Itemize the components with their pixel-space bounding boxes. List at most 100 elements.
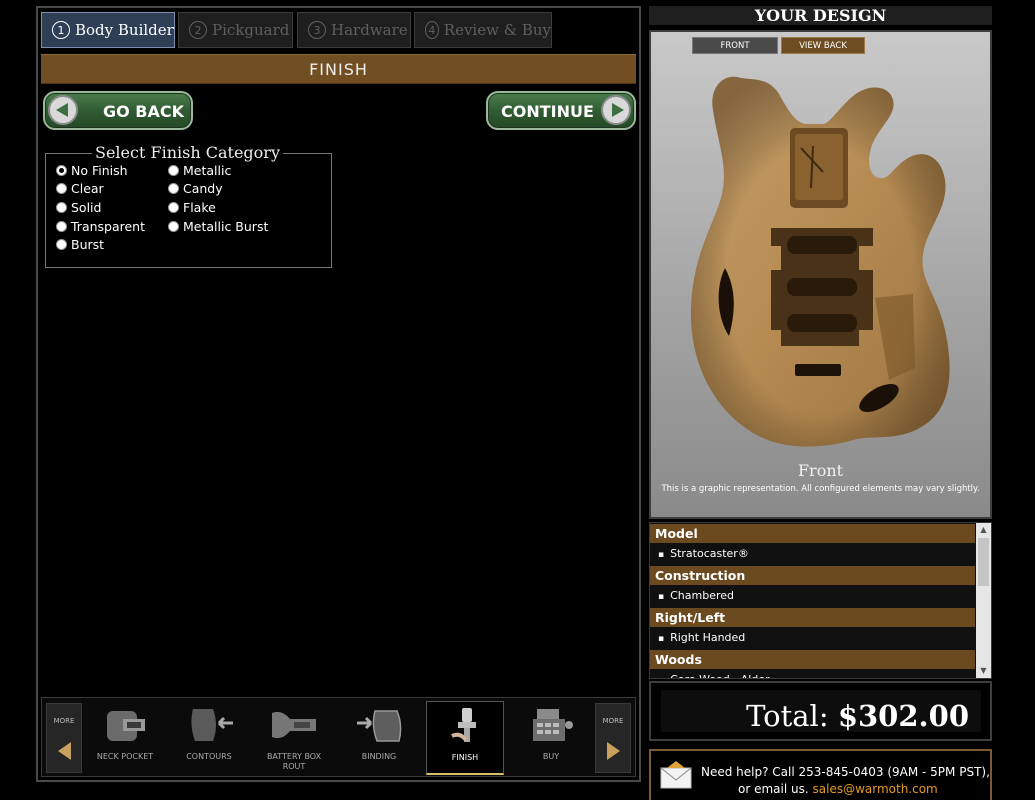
- carousel-item-neck-pocket[interactable]: NECK POCKET: [86, 701, 164, 775]
- guitar-body-image: [690, 76, 950, 447]
- step-number: 1: [52, 21, 70, 39]
- tab-label: Hardware: [331, 21, 408, 39]
- spec-heading: Model: [650, 524, 975, 543]
- radio-label: Flake: [183, 200, 216, 215]
- radio-label: Metallic Burst: [183, 219, 269, 234]
- spec-value: Core Wood - Alder: [650, 669, 975, 678]
- radio-button[interactable]: [168, 183, 179, 194]
- go-back-button[interactable]: GO BACK: [43, 91, 193, 130]
- radio-label: Solid: [71, 200, 102, 215]
- tab-view-back[interactable]: VIEW BACK: [781, 37, 865, 54]
- representation-note: This is a graphic representation. All co…: [661, 484, 980, 494]
- builder-panel: 1 Body Builder 2 Pickguard 3 Hardware 4 …: [36, 6, 641, 782]
- tab-hardware[interactable]: 3 Hardware: [297, 12, 411, 48]
- contours-icon: [191, 709, 233, 741]
- carousel-item-contours[interactable]: CONTOURS: [170, 701, 248, 775]
- radio-button[interactable]: [168, 165, 179, 176]
- cash-register-icon: [533, 709, 573, 741]
- arrow-left-icon: [58, 742, 71, 760]
- radio-button[interactable]: [168, 202, 179, 213]
- radio-button[interactable]: [56, 165, 67, 176]
- radio-button[interactable]: [56, 183, 67, 194]
- tab-review-buy[interactable]: 4 Review & Buy: [414, 12, 552, 48]
- more-left-button[interactable]: MORE: [46, 703, 82, 773]
- radio-button[interactable]: [56, 239, 67, 250]
- step-carousel: MORE NECK POCKET CONTOURS BATTERY BOX RO…: [41, 697, 636, 777]
- more-label: MORE: [53, 717, 75, 725]
- more-label: MORE: [602, 717, 624, 725]
- help-phone-text: Need help? Call 253-845-0403 (9AM - 5PM …: [701, 765, 990, 779]
- carousel-item-label: BINDING: [361, 752, 397, 761]
- radio-solid[interactable]: Solid: [56, 200, 101, 215]
- help-email-prefix: or email us.: [738, 782, 809, 796]
- finish-category-legend: Select Finish Category: [92, 143, 283, 162]
- total-price: Total: $302.00: [746, 699, 969, 733]
- help-box: Need help? Call 253-845-0403 (9AM - 5PM …: [649, 749, 992, 800]
- design-spec-list: Model Stratocaster® Construction Chamber…: [649, 522, 992, 679]
- radio-label: Candy: [183, 181, 223, 196]
- tab-body-builder[interactable]: 1 Body Builder: [41, 12, 175, 48]
- radio-label: Metallic: [183, 163, 232, 178]
- finish-category-group: Select Finish Category No Finish Clear S…: [45, 143, 332, 268]
- radio-candy[interactable]: Candy: [168, 181, 223, 196]
- email-link[interactable]: sales@warmoth.com: [813, 782, 938, 796]
- design-preview: FRONT VIEW BACK Front This is a graphic …: [649, 30, 992, 519]
- spec-value: Chambered: [650, 585, 975, 607]
- step-number: 2: [189, 21, 207, 39]
- tab-front[interactable]: FRONT: [692, 37, 778, 54]
- carousel-item-label: NECK POCKET: [96, 752, 154, 761]
- arrow-right-icon: [607, 742, 620, 760]
- carousel-item-label: FINISH: [451, 753, 479, 762]
- radio-button[interactable]: [56, 202, 67, 213]
- tab-label: Body Builder: [75, 21, 174, 39]
- spray-gun-icon: [451, 708, 476, 742]
- spec-value: Right Handed: [650, 627, 975, 649]
- tab-label: Pickguard: [212, 21, 290, 39]
- continue-label: CONTINUE: [501, 102, 594, 121]
- continue-button[interactable]: CONTINUE: [486, 91, 636, 130]
- arrow-left-icon: [48, 95, 78, 125]
- carousel-item-battery-box-rout[interactable]: BATTERY BOX ROUT: [255, 701, 333, 775]
- tab-label: Review & Buy: [443, 21, 551, 39]
- total-inner: Total: $302.00: [661, 690, 981, 733]
- spec-scrollbar[interactable]: ▲ ▼: [976, 523, 991, 678]
- carousel-item-finish[interactable]: FINISH: [426, 701, 504, 775]
- spec-value: Stratocaster®: [650, 543, 975, 565]
- spec-heading: Construction: [650, 566, 975, 585]
- carousel-item-label: BATTERY BOX ROUT: [266, 752, 322, 771]
- go-back-label: GO BACK: [103, 102, 185, 121]
- radio-flake[interactable]: Flake: [168, 200, 216, 215]
- carousel-item-buy[interactable]: BUY: [512, 701, 590, 775]
- scroll-up-icon[interactable]: ▲: [976, 523, 991, 537]
- radio-label: Burst: [71, 237, 105, 252]
- tab-pickguard[interactable]: 2 Pickguard: [178, 12, 293, 48]
- section-title: FINISH: [309, 59, 368, 79]
- more-right-button[interactable]: MORE: [595, 703, 631, 773]
- scroll-thumb[interactable]: [978, 538, 989, 586]
- help-email-line: or email us. sales@warmoth.com: [738, 782, 938, 796]
- carousel-item-binding[interactable]: BINDING: [340, 701, 418, 775]
- arrow-right-icon: [601, 95, 631, 125]
- radio-burst[interactable]: Burst: [56, 237, 104, 252]
- radio-no-finish[interactable]: No Finish: [56, 163, 128, 178]
- scroll-down-icon[interactable]: ▼: [976, 664, 991, 678]
- carousel-item-label: BUY: [542, 752, 560, 761]
- envelope-icon: [660, 761, 692, 789]
- radio-button[interactable]: [168, 221, 179, 232]
- your-design-title: YOUR DESIGN: [649, 6, 992, 25]
- radio-metallic-burst[interactable]: Metallic Burst: [168, 219, 268, 234]
- spec-heading: Woods: [650, 650, 975, 669]
- radio-label: Clear: [71, 181, 104, 196]
- radio-label: No Finish: [71, 163, 128, 178]
- radio-label: Transparent: [71, 219, 146, 234]
- binding-icon: [357, 710, 402, 742]
- radio-clear[interactable]: Clear: [56, 181, 104, 196]
- total-amount: $302.00: [837, 699, 969, 733]
- step-number: 3: [308, 21, 326, 39]
- radio-button[interactable]: [56, 221, 67, 232]
- total-label: Total:: [746, 699, 829, 733]
- radio-metallic[interactable]: Metallic: [168, 163, 231, 178]
- view-caption: Front: [797, 461, 844, 480]
- section-title-bar: FINISH: [41, 54, 636, 84]
- radio-transparent[interactable]: Transparent: [56, 219, 145, 234]
